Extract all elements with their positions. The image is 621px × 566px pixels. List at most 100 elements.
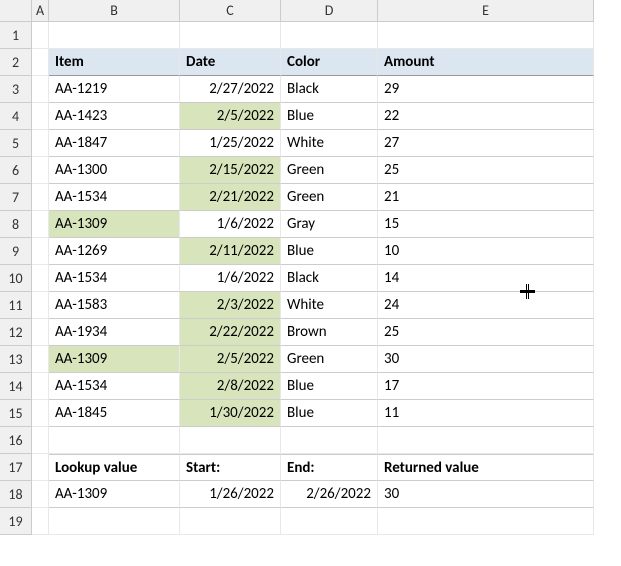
- row-header-6[interactable]: 6: [0, 157, 32, 184]
- cell-A7[interactable]: [32, 184, 49, 211]
- table-row[interactable]: 2/27/2022: [180, 76, 281, 103]
- cell-A15[interactable]: [32, 400, 49, 427]
- row-header-5[interactable]: 5: [0, 130, 32, 157]
- table-row[interactable]: 29: [378, 76, 594, 103]
- col-header-A[interactable]: A: [32, 0, 49, 22]
- cell-empty[interactable]: [378, 22, 594, 49]
- row-header-15[interactable]: 15: [0, 400, 32, 427]
- table-row[interactable]: 14: [378, 265, 594, 292]
- cell-empty[interactable]: [378, 508, 594, 535]
- cell-empty[interactable]: [49, 427, 180, 454]
- table-row[interactable]: 27: [378, 130, 594, 157]
- table-row[interactable]: 21: [378, 184, 594, 211]
- cell-A12[interactable]: [32, 319, 49, 346]
- row-header-9[interactable]: 9: [0, 238, 32, 265]
- row-header-8[interactable]: 8: [0, 211, 32, 238]
- table-row[interactable]: Blue: [281, 373, 378, 400]
- table-row[interactable]: AA-1300: [49, 157, 180, 184]
- table-row[interactable]: 1/30/2022: [180, 400, 281, 427]
- table-row[interactable]: AA-1934: [49, 319, 180, 346]
- table-row[interactable]: 24: [378, 292, 594, 319]
- table-row[interactable]: AA-1847: [49, 130, 180, 157]
- row-header-10[interactable]: 10: [0, 265, 32, 292]
- table-row[interactable]: Black: [281, 76, 378, 103]
- table-row[interactable]: Blue: [281, 400, 378, 427]
- start-value[interactable]: 1/26/2022: [180, 481, 281, 508]
- row-header-4[interactable]: 4: [0, 103, 32, 130]
- table-row[interactable]: 2/22/2022: [180, 319, 281, 346]
- table-row[interactable]: AA-1269: [49, 238, 180, 265]
- row-header-19[interactable]: 19: [0, 508, 32, 535]
- row-header-17[interactable]: 17: [0, 454, 32, 481]
- cell-A19[interactable]: [32, 508, 49, 535]
- select-all-corner[interactable]: [0, 0, 32, 22]
- table-row[interactable]: 10: [378, 238, 594, 265]
- col-header-C[interactable]: C: [180, 0, 281, 22]
- table-row[interactable]: 2/5/2022: [180, 346, 281, 373]
- row-header-3[interactable]: 3: [0, 76, 32, 103]
- cell-empty[interactable]: [180, 427, 281, 454]
- row-header-2[interactable]: 2: [0, 49, 32, 76]
- table-row[interactable]: Blue: [281, 238, 378, 265]
- lookup-value[interactable]: AA-1309: [49, 481, 180, 508]
- table-row[interactable]: AA-1309: [49, 211, 180, 238]
- spreadsheet-grid[interactable]: ABCDE12ItemDateColorAmount3AA-12192/27/2…: [0, 0, 621, 535]
- cell-A4[interactable]: [32, 103, 49, 130]
- table-row[interactable]: Green: [281, 346, 378, 373]
- row-header-16[interactable]: 16: [0, 427, 32, 454]
- table-row[interactable]: 1/25/2022: [180, 130, 281, 157]
- table-row[interactable]: 2/11/2022: [180, 238, 281, 265]
- cell-A5[interactable]: [32, 130, 49, 157]
- cell-A13[interactable]: [32, 346, 49, 373]
- table-row[interactable]: White: [281, 292, 378, 319]
- cell-empty[interactable]: [281, 22, 378, 49]
- table-row[interactable]: AA-1534: [49, 265, 180, 292]
- cell-A14[interactable]: [32, 373, 49, 400]
- cell-A18[interactable]: [32, 481, 49, 508]
- cell-empty[interactable]: [180, 22, 281, 49]
- col-header-E[interactable]: E: [378, 0, 594, 22]
- table-row[interactable]: 1/6/2022: [180, 211, 281, 238]
- cell-empty[interactable]: [281, 427, 378, 454]
- table-row[interactable]: 25: [378, 319, 594, 346]
- col-header-D[interactable]: D: [281, 0, 378, 22]
- table-row[interactable]: AA-1423: [49, 103, 180, 130]
- table-row[interactable]: 2/3/2022: [180, 292, 281, 319]
- table-row[interactable]: 25: [378, 157, 594, 184]
- table-row[interactable]: 1/6/2022: [180, 265, 281, 292]
- row-header-11[interactable]: 11: [0, 292, 32, 319]
- cell-A3[interactable]: [32, 76, 49, 103]
- table-row[interactable]: 30: [378, 346, 594, 373]
- cell-empty[interactable]: [281, 508, 378, 535]
- cell-A8[interactable]: [32, 211, 49, 238]
- cell-empty[interactable]: [49, 508, 180, 535]
- table-row[interactable]: AA-1534: [49, 373, 180, 400]
- row-header-18[interactable]: 18: [0, 481, 32, 508]
- row-header-14[interactable]: 14: [0, 373, 32, 400]
- table-row[interactable]: 11: [378, 400, 594, 427]
- table-row[interactable]: AA-1583: [49, 292, 180, 319]
- table-row[interactable]: White: [281, 130, 378, 157]
- cell-A16[interactable]: [32, 427, 49, 454]
- returned-value[interactable]: 30: [378, 481, 594, 508]
- table-row[interactable]: Black: [281, 265, 378, 292]
- cell-empty[interactable]: [378, 427, 594, 454]
- cell-empty[interactable]: [49, 22, 180, 49]
- table-row[interactable]: 2/15/2022: [180, 157, 281, 184]
- cell-empty[interactable]: [180, 508, 281, 535]
- table-row[interactable]: Green: [281, 157, 378, 184]
- table-row[interactable]: 15: [378, 211, 594, 238]
- table-row[interactable]: AA-1534: [49, 184, 180, 211]
- row-header-13[interactable]: 13: [0, 346, 32, 373]
- table-row[interactable]: AA-1309: [49, 346, 180, 373]
- cell-A2[interactable]: [32, 49, 49, 76]
- table-row[interactable]: 22: [378, 103, 594, 130]
- row-header-1[interactable]: 1: [0, 22, 32, 49]
- table-row[interactable]: 17: [378, 373, 594, 400]
- row-header-7[interactable]: 7: [0, 184, 32, 211]
- cell-A1[interactable]: [32, 22, 49, 49]
- table-row[interactable]: 2/8/2022: [180, 373, 281, 400]
- table-row[interactable]: Brown: [281, 319, 378, 346]
- col-header-B[interactable]: B: [49, 0, 180, 22]
- end-value[interactable]: 2/26/2022: [281, 481, 378, 508]
